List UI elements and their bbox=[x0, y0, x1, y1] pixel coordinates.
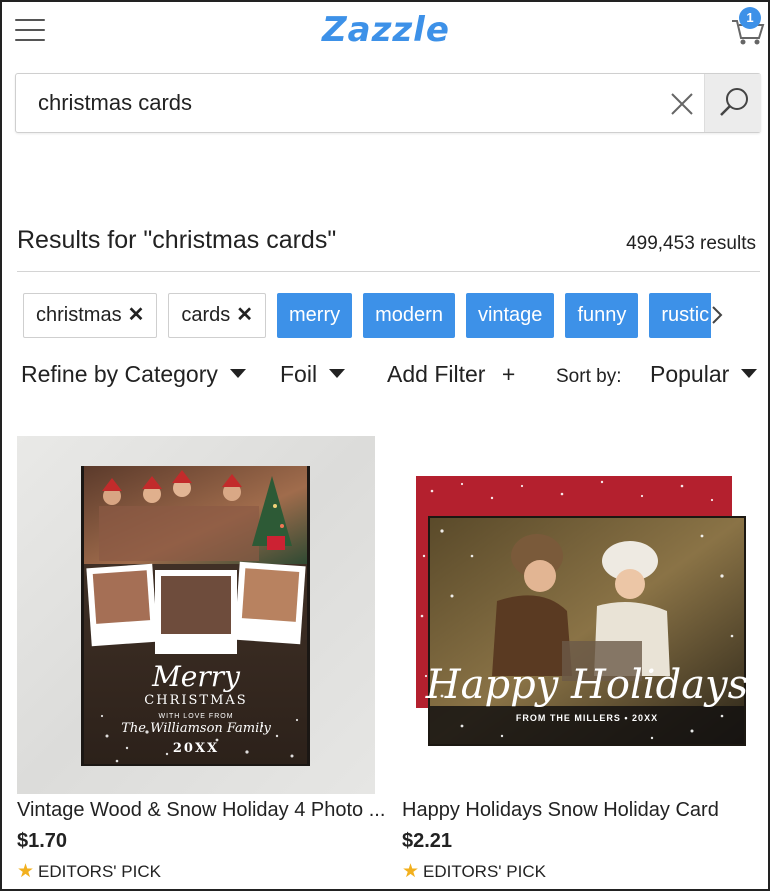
refine-category-dropdown[interactable]: Refine by Category bbox=[21, 361, 246, 388]
remove-chip-icon[interactable]: ✕ bbox=[236, 304, 253, 326]
caret-down-icon bbox=[329, 369, 346, 379]
search-icon bbox=[720, 88, 748, 116]
divider bbox=[17, 271, 760, 272]
chip-suggest-modern[interactable]: modern bbox=[363, 293, 455, 338]
chip-suggest-rustic[interactable]: rustic bbox=[649, 293, 711, 338]
sort-by-label: Sort by: bbox=[556, 366, 622, 387]
product-image[interactable]: Happy Holidays FROM THE MILLERS • 20XX bbox=[402, 436, 760, 794]
badge-label: EDITORS' PICK bbox=[38, 862, 161, 881]
editors-pick-badge: ★ EDITORS' PICK bbox=[402, 860, 546, 883]
results-count: 499,453 results bbox=[626, 233, 756, 254]
plus-icon: + bbox=[501, 361, 516, 387]
card-text-greeting: Happy Holidays bbox=[425, 662, 748, 708]
refine-category-label: Refine by Category bbox=[21, 361, 218, 387]
foil-dropdown[interactable]: Foil bbox=[280, 361, 346, 388]
hamburger-menu-icon[interactable] bbox=[15, 19, 45, 41]
star-icon: ★ bbox=[402, 861, 420, 882]
page-frame: Zazzle 1 Results for "christmas cards" 4… bbox=[0, 0, 770, 891]
caret-down-icon bbox=[229, 369, 246, 379]
chip-label: cards bbox=[181, 304, 231, 326]
cart-button[interactable]: 1 bbox=[730, 7, 766, 46]
add-filter-label: Add Filter bbox=[387, 361, 486, 387]
foil-label: Foil bbox=[280, 361, 318, 387]
badge-label: EDITORS' PICK bbox=[423, 862, 546, 881]
clear-search-icon[interactable] bbox=[668, 90, 696, 118]
product-price: $1.70 bbox=[17, 830, 68, 852]
product-price: $2.21 bbox=[402, 830, 453, 852]
chevron-right-icon[interactable] bbox=[708, 302, 726, 328]
chip-cards[interactable]: cards ✕ bbox=[168, 293, 267, 338]
sort-value: Popular bbox=[650, 361, 730, 387]
product-card[interactable]: Merry CHRISTMAS WITH LOVE FROM The Willi… bbox=[17, 436, 385, 882]
card-text-family: The Williamson Family bbox=[121, 721, 271, 736]
star-icon: ★ bbox=[17, 861, 35, 882]
cart-count-badge: 1 bbox=[739, 7, 761, 29]
editors-pick-badge: ★ EDITORS' PICK bbox=[17, 860, 161, 883]
product-card[interactable]: Happy Holidays FROM THE MILLERS • 20XX H… bbox=[402, 436, 760, 882]
chip-christmas[interactable]: christmas ✕ bbox=[23, 293, 158, 338]
card-text-christmas: CHRISTMAS bbox=[144, 693, 247, 708]
chip-suggest-funny[interactable]: funny bbox=[565, 293, 639, 338]
chip-suggest-vintage[interactable]: vintage bbox=[465, 293, 555, 338]
zazzle-logo[interactable]: Zazzle bbox=[322, 10, 450, 50]
results-title: Results for "christmas cards" bbox=[17, 226, 337, 254]
card-text-merry: Merry bbox=[151, 660, 241, 693]
search-input[interactable] bbox=[38, 84, 658, 122]
card-text-year: 20XX bbox=[173, 741, 219, 756]
card-text-from: FROM THE MILLERS • 20XX bbox=[516, 713, 658, 723]
filter-chips: christmas ✕ cards ✕ merry modern vintage funn… bbox=[23, 293, 711, 338]
card-text-with-love: WITH LOVE FROM bbox=[158, 713, 233, 720]
remove-chip-icon[interactable]: ✕ bbox=[128, 304, 145, 326]
product-title[interactable]: Happy Holidays Snow Holiday Card bbox=[402, 799, 768, 822]
chip-label: christmas bbox=[36, 304, 122, 326]
sort-dropdown[interactable]: Popular bbox=[650, 361, 758, 388]
add-filter-button[interactable]: Add Filter + bbox=[387, 361, 515, 388]
chip-suggest-merry[interactable]: merry bbox=[277, 293, 353, 338]
search-button[interactable] bbox=[704, 74, 761, 132]
caret-down-icon bbox=[741, 369, 758, 379]
search-bar bbox=[15, 73, 761, 133]
product-image[interactable]: Merry CHRISTMAS WITH LOVE FROM The Willi… bbox=[17, 436, 375, 794]
product-title[interactable]: Vintage Wood & Snow Holiday 4 Photo ... bbox=[17, 799, 387, 822]
